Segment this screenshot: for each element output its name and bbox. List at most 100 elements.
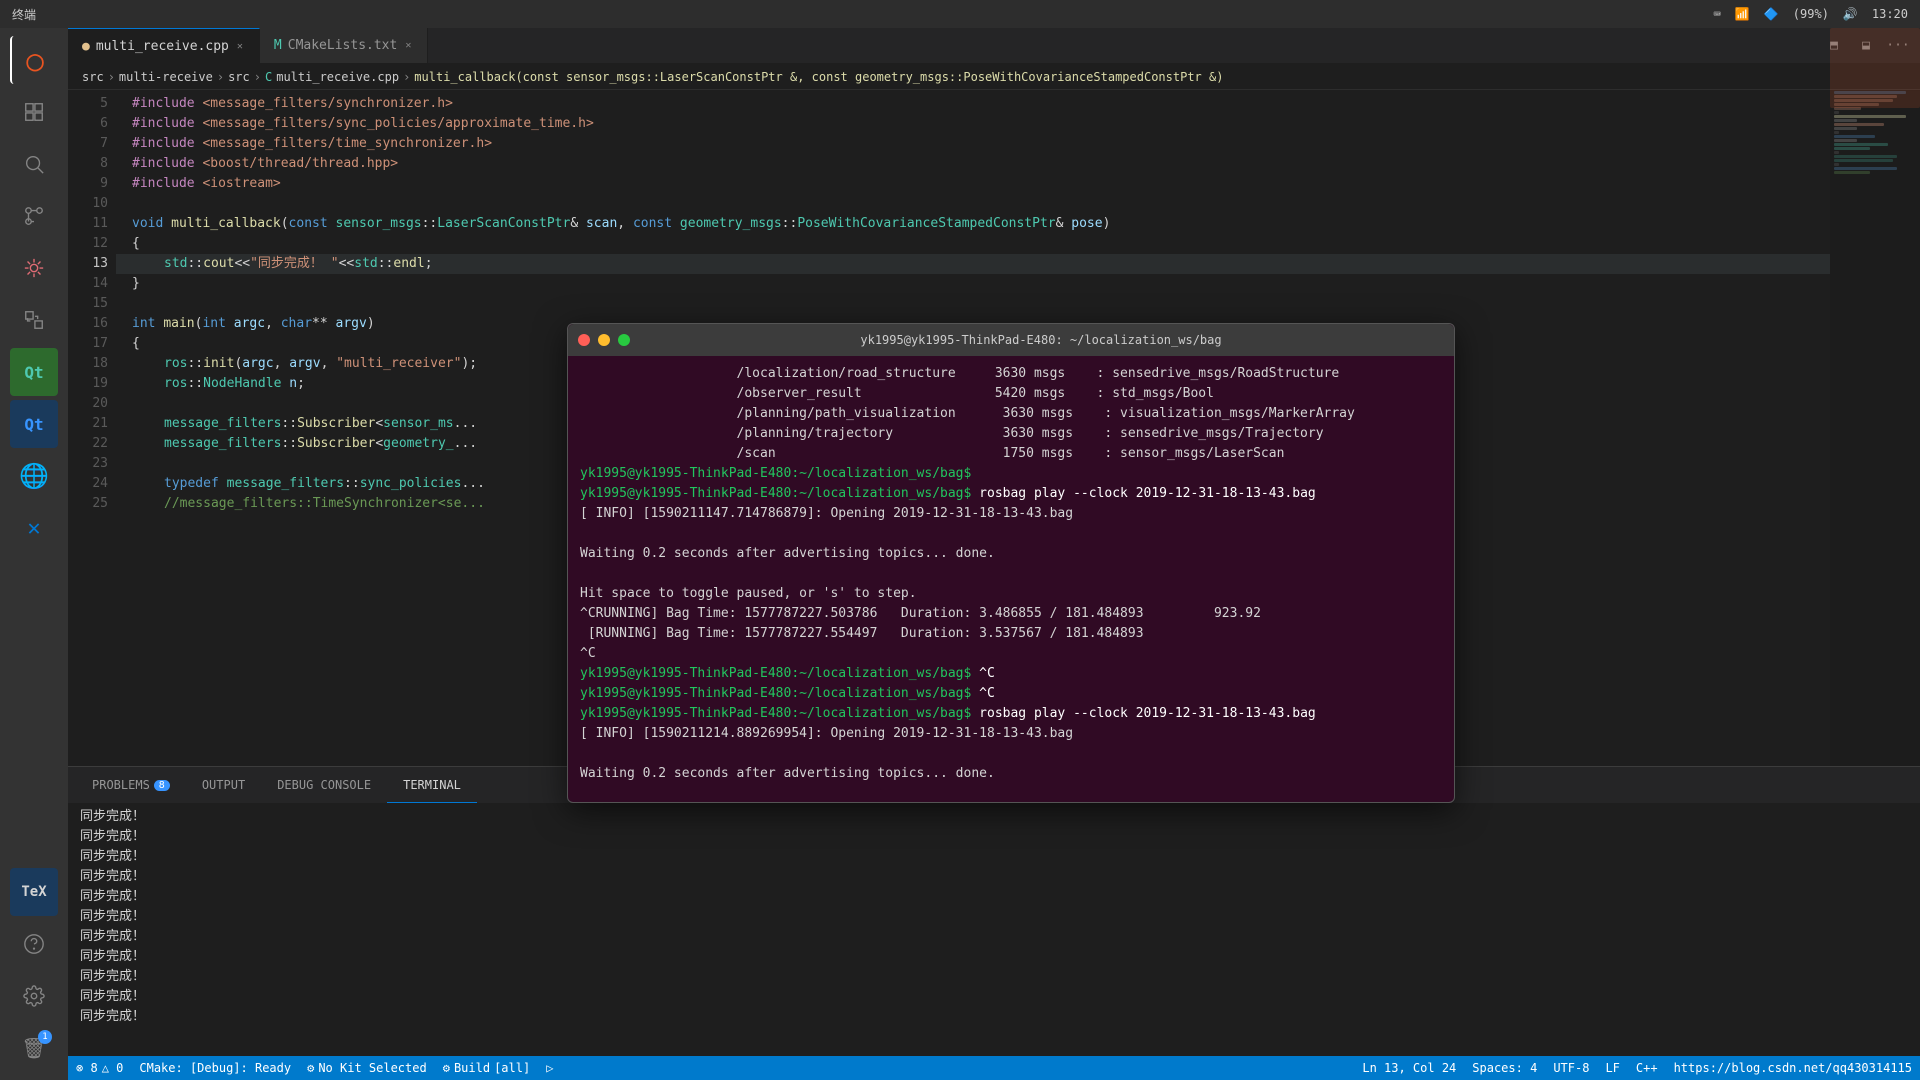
ft-terminal-content: /localization/road_structure 3630 msgs :… <box>568 356 1454 802</box>
system-bar-left: 终端 <box>12 6 36 23</box>
floating-terminal-titlebar: yk1995@yk1995-ThinkPad-E480: ~/localizat… <box>568 324 1454 356</box>
breadcrumb-src2[interactable]: src <box>228 70 250 84</box>
sidebar-item-tex[interactable]: TeX <box>10 868 58 916</box>
terminal-line-8: 同步完成！ <box>80 947 1908 967</box>
volume-icon: 🔊 <box>1843 7 1858 21</box>
sidebar-item-debug[interactable] <box>10 244 58 292</box>
breadcrumb-src[interactable]: src <box>82 70 104 84</box>
ft-title: yk1995@yk1995-ThinkPad-E480: ~/localizat… <box>638 333 1444 347</box>
sidebar-item-help[interactable] <box>10 920 58 968</box>
line-numbers: 5 6 7 8 9 10 11 12 13 14 15 16 17 18 19 … <box>68 90 116 766</box>
ft-line-7: yk1995@yk1995-ThinkPad-E480:~/localizati… <box>580 484 1442 504</box>
ft-line-18: yk1995@yk1995-ThinkPad-E480:~/localizati… <box>580 704 1442 724</box>
trash-icon[interactable]: 🗑 1 <box>10 1024 58 1072</box>
ft-line-14: [RUNNING] Bag Time: 1577787227.554497 Du… <box>580 624 1442 644</box>
system-bar-right: ⌨ 📶 🔷 (99%) 🔊 13:20 <box>1714 7 1908 21</box>
terminal-line-7: 同步完成！ <box>80 927 1908 947</box>
sidebar-item-extensions[interactable] <box>10 296 58 344</box>
build-label: Build <box>454 1061 490 1075</box>
build-icon: ⚙ <box>443 1061 450 1075</box>
ft-line-6: yk1995@yk1995-ThinkPad-E480:~/localizati… <box>580 464 1442 484</box>
ft-minimize-button[interactable] <box>598 334 610 346</box>
ft-line-19: [ INFO] [1590211214.889269954]: Opening … <box>580 724 1442 744</box>
line-ending-label: LF <box>1605 1061 1619 1075</box>
code-line-8: #include <boost/thread/thread.hpp> <box>116 154 1830 174</box>
tab-cmakelists[interactable]: M CMakeLists.txt ✕ <box>260 28 428 63</box>
ft-line-16: yk1995@yk1995-ThinkPad-E480:~/localizati… <box>580 664 1442 684</box>
encoding-label: UTF-8 <box>1553 1061 1589 1075</box>
status-spaces[interactable]: Spaces: 4 <box>1464 1061 1545 1075</box>
terminal-line-3: 同步完成！ <box>80 847 1908 867</box>
system-bar: 终端 ⌨ 📶 🔷 (99%) 🔊 13:20 <box>0 0 1920 28</box>
code-line-12: { <box>116 234 1830 254</box>
ubuntu-logo[interactable]: ◯ <box>10 36 58 84</box>
ft-line-5: /scan 1750 msgs : sensor_msgs/LaserScan <box>580 444 1442 464</box>
activity-bar: ◯ Qt Qt 🌐 ✕ TeX 🗑 <box>0 28 68 1080</box>
terminal-label: TERMINAL <box>403 778 461 792</box>
terminal-line-2: 同步完成！ <box>80 827 1908 847</box>
tab-cmake-close-button[interactable]: ✕ <box>403 38 413 53</box>
ft-line-20 <box>580 744 1442 764</box>
terminal-line-1: 同步完成！ <box>80 807 1908 827</box>
status-errors-warnings[interactable]: ⊗ 8 △ 0 <box>68 1056 131 1080</box>
sidebar-item-vscode[interactable]: ✕ <box>10 504 58 552</box>
tab-terminal[interactable]: TERMINAL <box>387 767 477 803</box>
status-url[interactable]: https://blog.csdn.net/qq430314115 <box>1666 1061 1920 1075</box>
ft-line-3: /planning/path_visualization 3630 msgs :… <box>580 404 1442 424</box>
minimap-content <box>1830 91 1920 766</box>
language-label: C++ <box>1636 1061 1658 1075</box>
ft-close-button[interactable] <box>578 334 590 346</box>
tab-debug-console[interactable]: DEBUG CONSOLE <box>261 767 387 803</box>
warnings-count: △ 0 <box>102 1061 124 1075</box>
ft-line-22 <box>580 784 1442 802</box>
sidebar-item-chrome[interactable]: 🌐 <box>10 452 58 500</box>
status-no-kit[interactable]: ⚙ No Kit Selected <box>299 1056 435 1080</box>
problems-badge: 8 <box>154 780 170 791</box>
sidebar-item-explorer[interactable] <box>10 88 58 136</box>
tab-close-button[interactable]: ✕ <box>235 39 245 54</box>
url-label: https://blog.csdn.net/qq430314115 <box>1674 1061 1912 1075</box>
problems-label: PROBLEMS <box>92 778 150 792</box>
code-line-14: } <box>116 274 1830 294</box>
spaces-label: Spaces: 4 <box>1472 1061 1537 1075</box>
breadcrumb-cpp-icon: C <box>265 70 272 84</box>
code-line-10 <box>116 194 1830 214</box>
status-cmake[interactable]: CMake: [Debug]: Ready <box>131 1056 299 1080</box>
breadcrumb-function[interactable]: multi_callback(const sensor_msgs::LaserS… <box>414 70 1223 84</box>
minimap <box>1830 90 1920 766</box>
sidebar-item-qt2[interactable]: Qt <box>10 400 58 448</box>
status-run[interactable]: ▷ <box>538 1056 561 1080</box>
output-label: OUTPUT <box>202 778 245 792</box>
tab-problems[interactable]: PROBLEMS 8 <box>76 767 186 803</box>
tab-bar: ● multi_receive.cpp ✕ M CMakeLists.txt ✕… <box>68 28 1920 64</box>
run-icon: ▷ <box>546 1061 553 1075</box>
ft-line-2: /observer_result 5420 msgs : std_msgs/Bo… <box>580 384 1442 404</box>
code-line-9: #include <iostream> <box>116 174 1830 194</box>
terminal-line-6: 同步完成！ <box>80 907 1908 927</box>
status-build[interactable]: ⚙ Build [all] <box>435 1056 538 1080</box>
build-target: [all] <box>494 1061 530 1075</box>
sidebar-item-search[interactable] <box>10 140 58 188</box>
ft-line-13: ^CRUNNING] Bag Time: 1577787227.503786 D… <box>580 604 1442 624</box>
settings-icon[interactable] <box>10 972 58 1020</box>
sidebar-item-source-control[interactable] <box>10 192 58 240</box>
terminal-line-10: 同步完成！ <box>80 987 1908 1007</box>
status-bar-right: Ln 13, Col 24 Spaces: 4 UTF-8 LF C++ htt… <box>1354 1061 1920 1075</box>
errors-count: ⊗ 8 <box>76 1061 98 1075</box>
status-bar: ⊗ 8 △ 0 CMake: [Debug]: Ready ⚙ No Kit S… <box>68 1056 1920 1080</box>
status-encoding[interactable]: UTF-8 <box>1545 1061 1597 1075</box>
status-line-ending[interactable]: LF <box>1597 1061 1627 1075</box>
ft-line-8: [ INFO] [1590211147.714786879]: Opening … <box>580 504 1442 524</box>
breadcrumb-filename[interactable]: multi_receive.cpp <box>276 70 399 84</box>
tab-label: multi_receive.cpp <box>96 39 229 54</box>
tab-multi-receive-cpp[interactable]: ● multi_receive.cpp ✕ <box>68 28 260 63</box>
code-line-11: void multi_callback(const sensor_msgs::L… <box>116 214 1830 234</box>
panel-content: 同步完成！ 同步完成！ 同步完成！ 同步完成！ 同步完成！ 同步完成！ 同步完成… <box>68 803 1920 1056</box>
status-language[interactable]: C++ <box>1628 1061 1666 1075</box>
tab-output[interactable]: OUTPUT <box>186 767 261 803</box>
ft-maximize-button[interactable] <box>618 334 630 346</box>
status-cursor-pos[interactable]: Ln 13, Col 24 <box>1354 1061 1464 1075</box>
breadcrumb: src › multi-receive › src › C multi_rece… <box>68 64 1920 90</box>
breadcrumb-multi-receive[interactable]: multi-receive <box>119 70 213 84</box>
sidebar-item-qt1[interactable]: Qt <box>10 348 58 396</box>
